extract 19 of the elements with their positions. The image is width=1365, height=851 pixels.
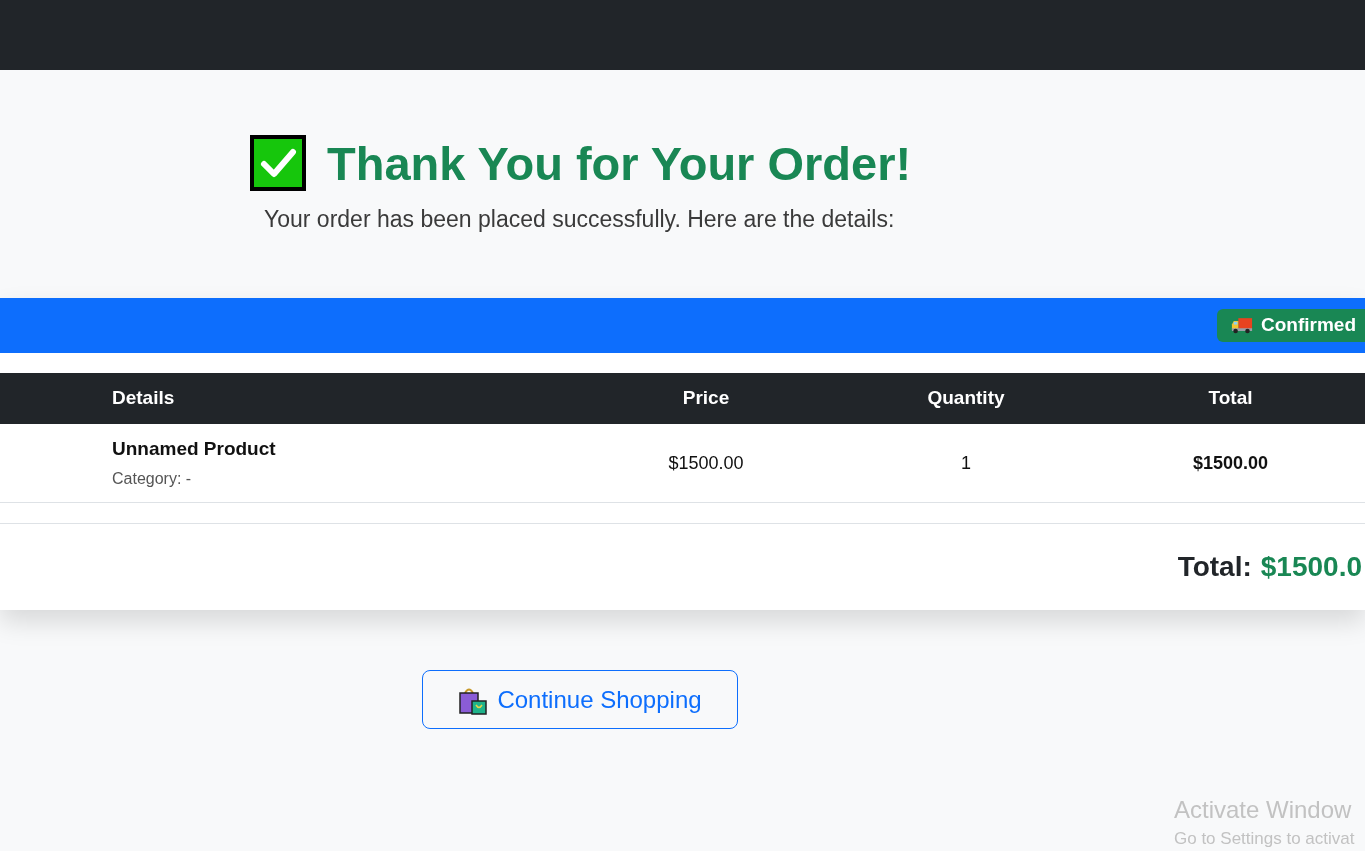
continue-shopping-button[interactable]: Continue Shopping: [422, 670, 738, 729]
page-heading: Thank You for Your Order!: [327, 139, 912, 187]
column-header: Quantity: [927, 386, 1005, 411]
product-name: Unnamed Product: [112, 437, 276, 461]
category-text: Category: -: [112, 468, 192, 489]
price-text: $1500.00: [668, 451, 744, 475]
truck-icon: [1231, 316, 1253, 335]
status-badge: Confirmed: [1217, 309, 1365, 342]
subtitle-text: Your order has been placed successfully. Here are the details:: [264, 205, 895, 234]
line-total-text: $1500.00: [1192, 451, 1269, 475]
total-amount: $1500.0: [1260, 550, 1362, 584]
check-mark-icon: [250, 135, 306, 191]
column-header: Price: [682, 386, 730, 411]
activation-notice-title: Activate Window: [1174, 795, 1352, 825]
activation-notice-text: Go to Settings to activat: [1174, 828, 1355, 850]
quantity-text: 1: [961, 451, 971, 475]
total-label: Total:: [1177, 550, 1252, 584]
column-header: Details: [112, 386, 175, 411]
column-header: Total: [1208, 386, 1253, 411]
